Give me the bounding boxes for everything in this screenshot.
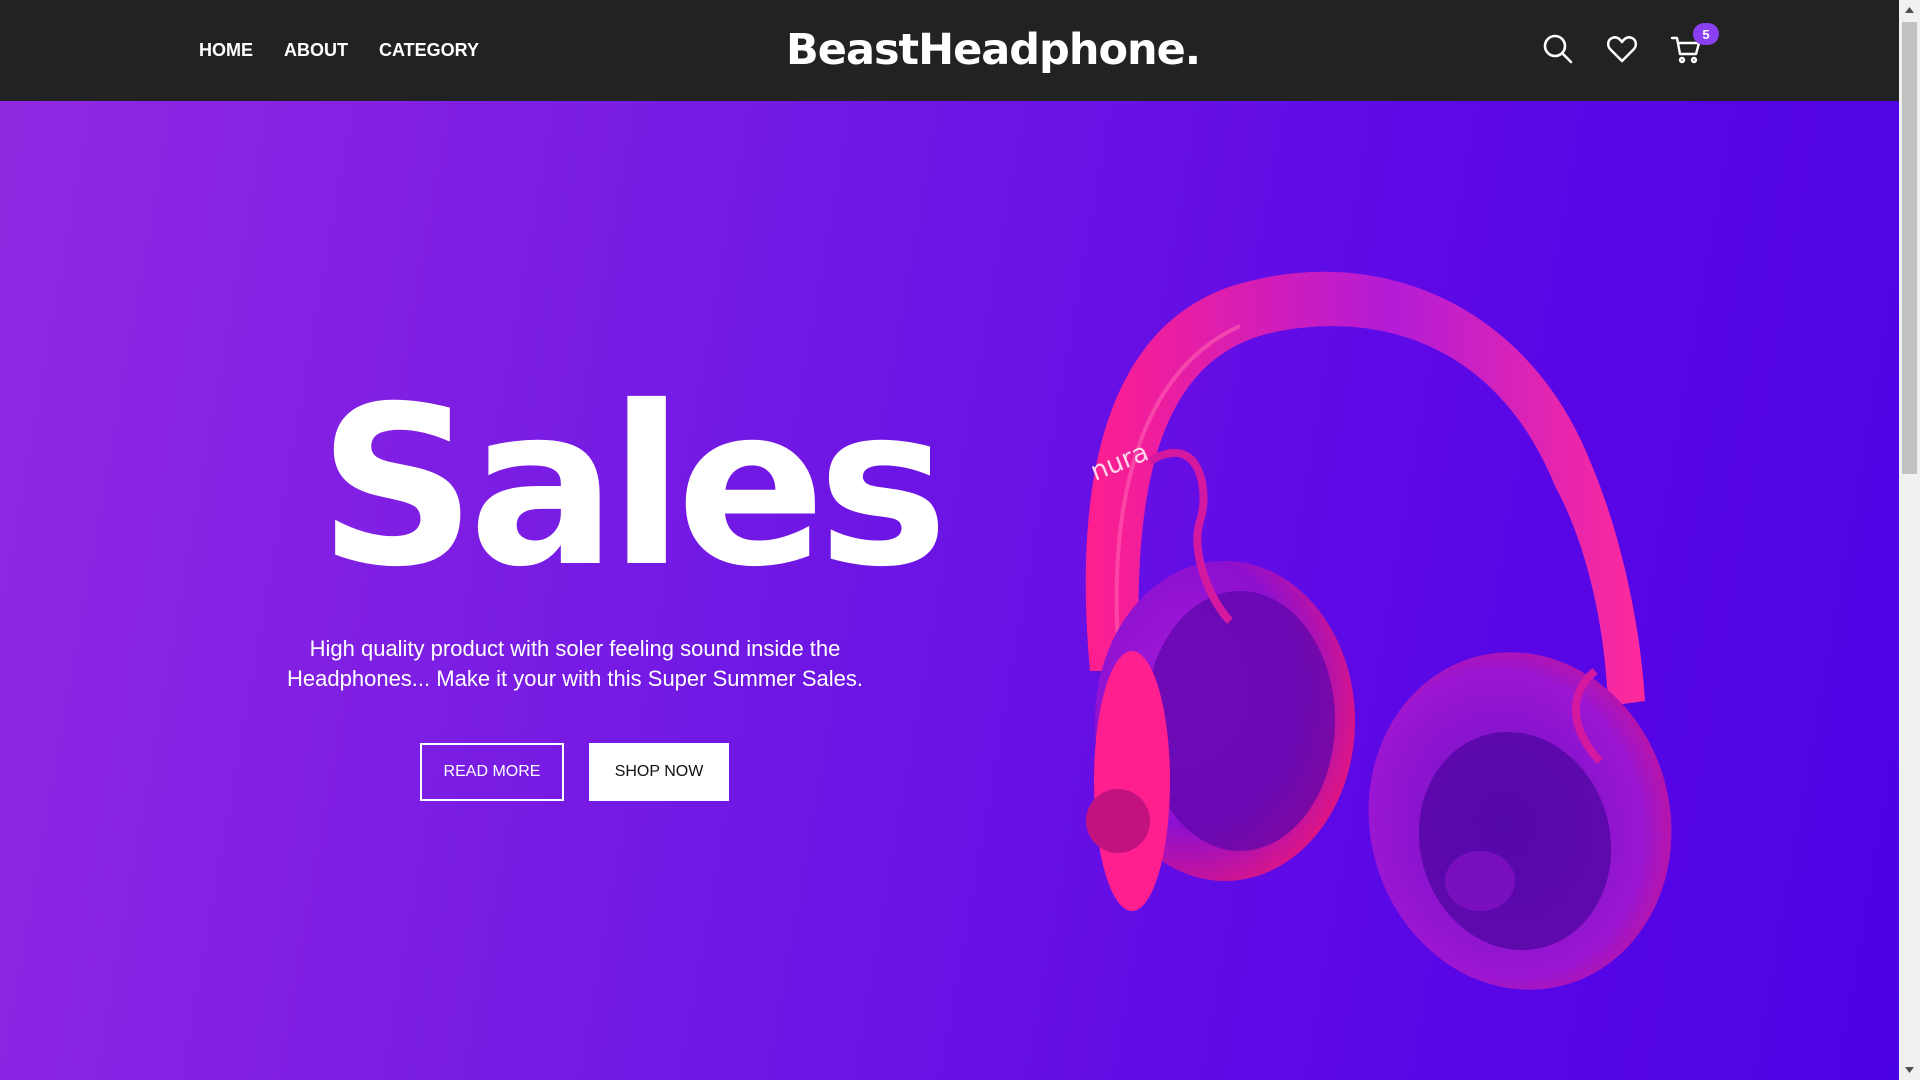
shop-now-button[interactable]: SHOP NOW	[589, 743, 729, 801]
scroll-down-icon[interactable]	[1899, 1060, 1920, 1080]
header-icons: 5	[1541, 23, 1719, 66]
cart-icon[interactable]: 5	[1669, 23, 1719, 66]
scroll-up-icon[interactable]	[1899, 0, 1920, 20]
nav-home[interactable]: HOME	[199, 40, 253, 61]
hero-banner: Sales High quality product with soler fe…	[0, 101, 1899, 1080]
search-icon[interactable]	[1541, 32, 1575, 66]
read-more-button[interactable]: READ MORE	[420, 743, 564, 801]
main-nav: HOME ABOUT CATEGORY	[199, 0, 479, 101]
headphones-image: nura	[1085, 271, 1672, 990]
scrollbar-thumb[interactable]	[1902, 22, 1917, 474]
hero-title: Sales	[318, 359, 948, 615]
site-header: HOME ABOUT CATEGORY BeastHeadphone. 5	[0, 0, 1899, 101]
nav-about[interactable]: ABOUT	[284, 40, 348, 61]
heart-icon[interactable]	[1605, 32, 1639, 66]
cart-count-badge: 5	[1693, 23, 1719, 45]
site-logo[interactable]: BeastHeadphone.	[786, 25, 1201, 75]
nav-category[interactable]: CATEGORY	[379, 40, 479, 61]
page: HOME ABOUT CATEGORY BeastHeadphone. 5 Sa…	[0, 0, 1899, 1080]
hero-description: High quality product with soler feeling …	[287, 636, 863, 691]
browser-viewport: HOME ABOUT CATEGORY BeastHeadphone. 5 Sa…	[0, 0, 1920, 1080]
vertical-scrollbar[interactable]	[1899, 0, 1920, 1080]
